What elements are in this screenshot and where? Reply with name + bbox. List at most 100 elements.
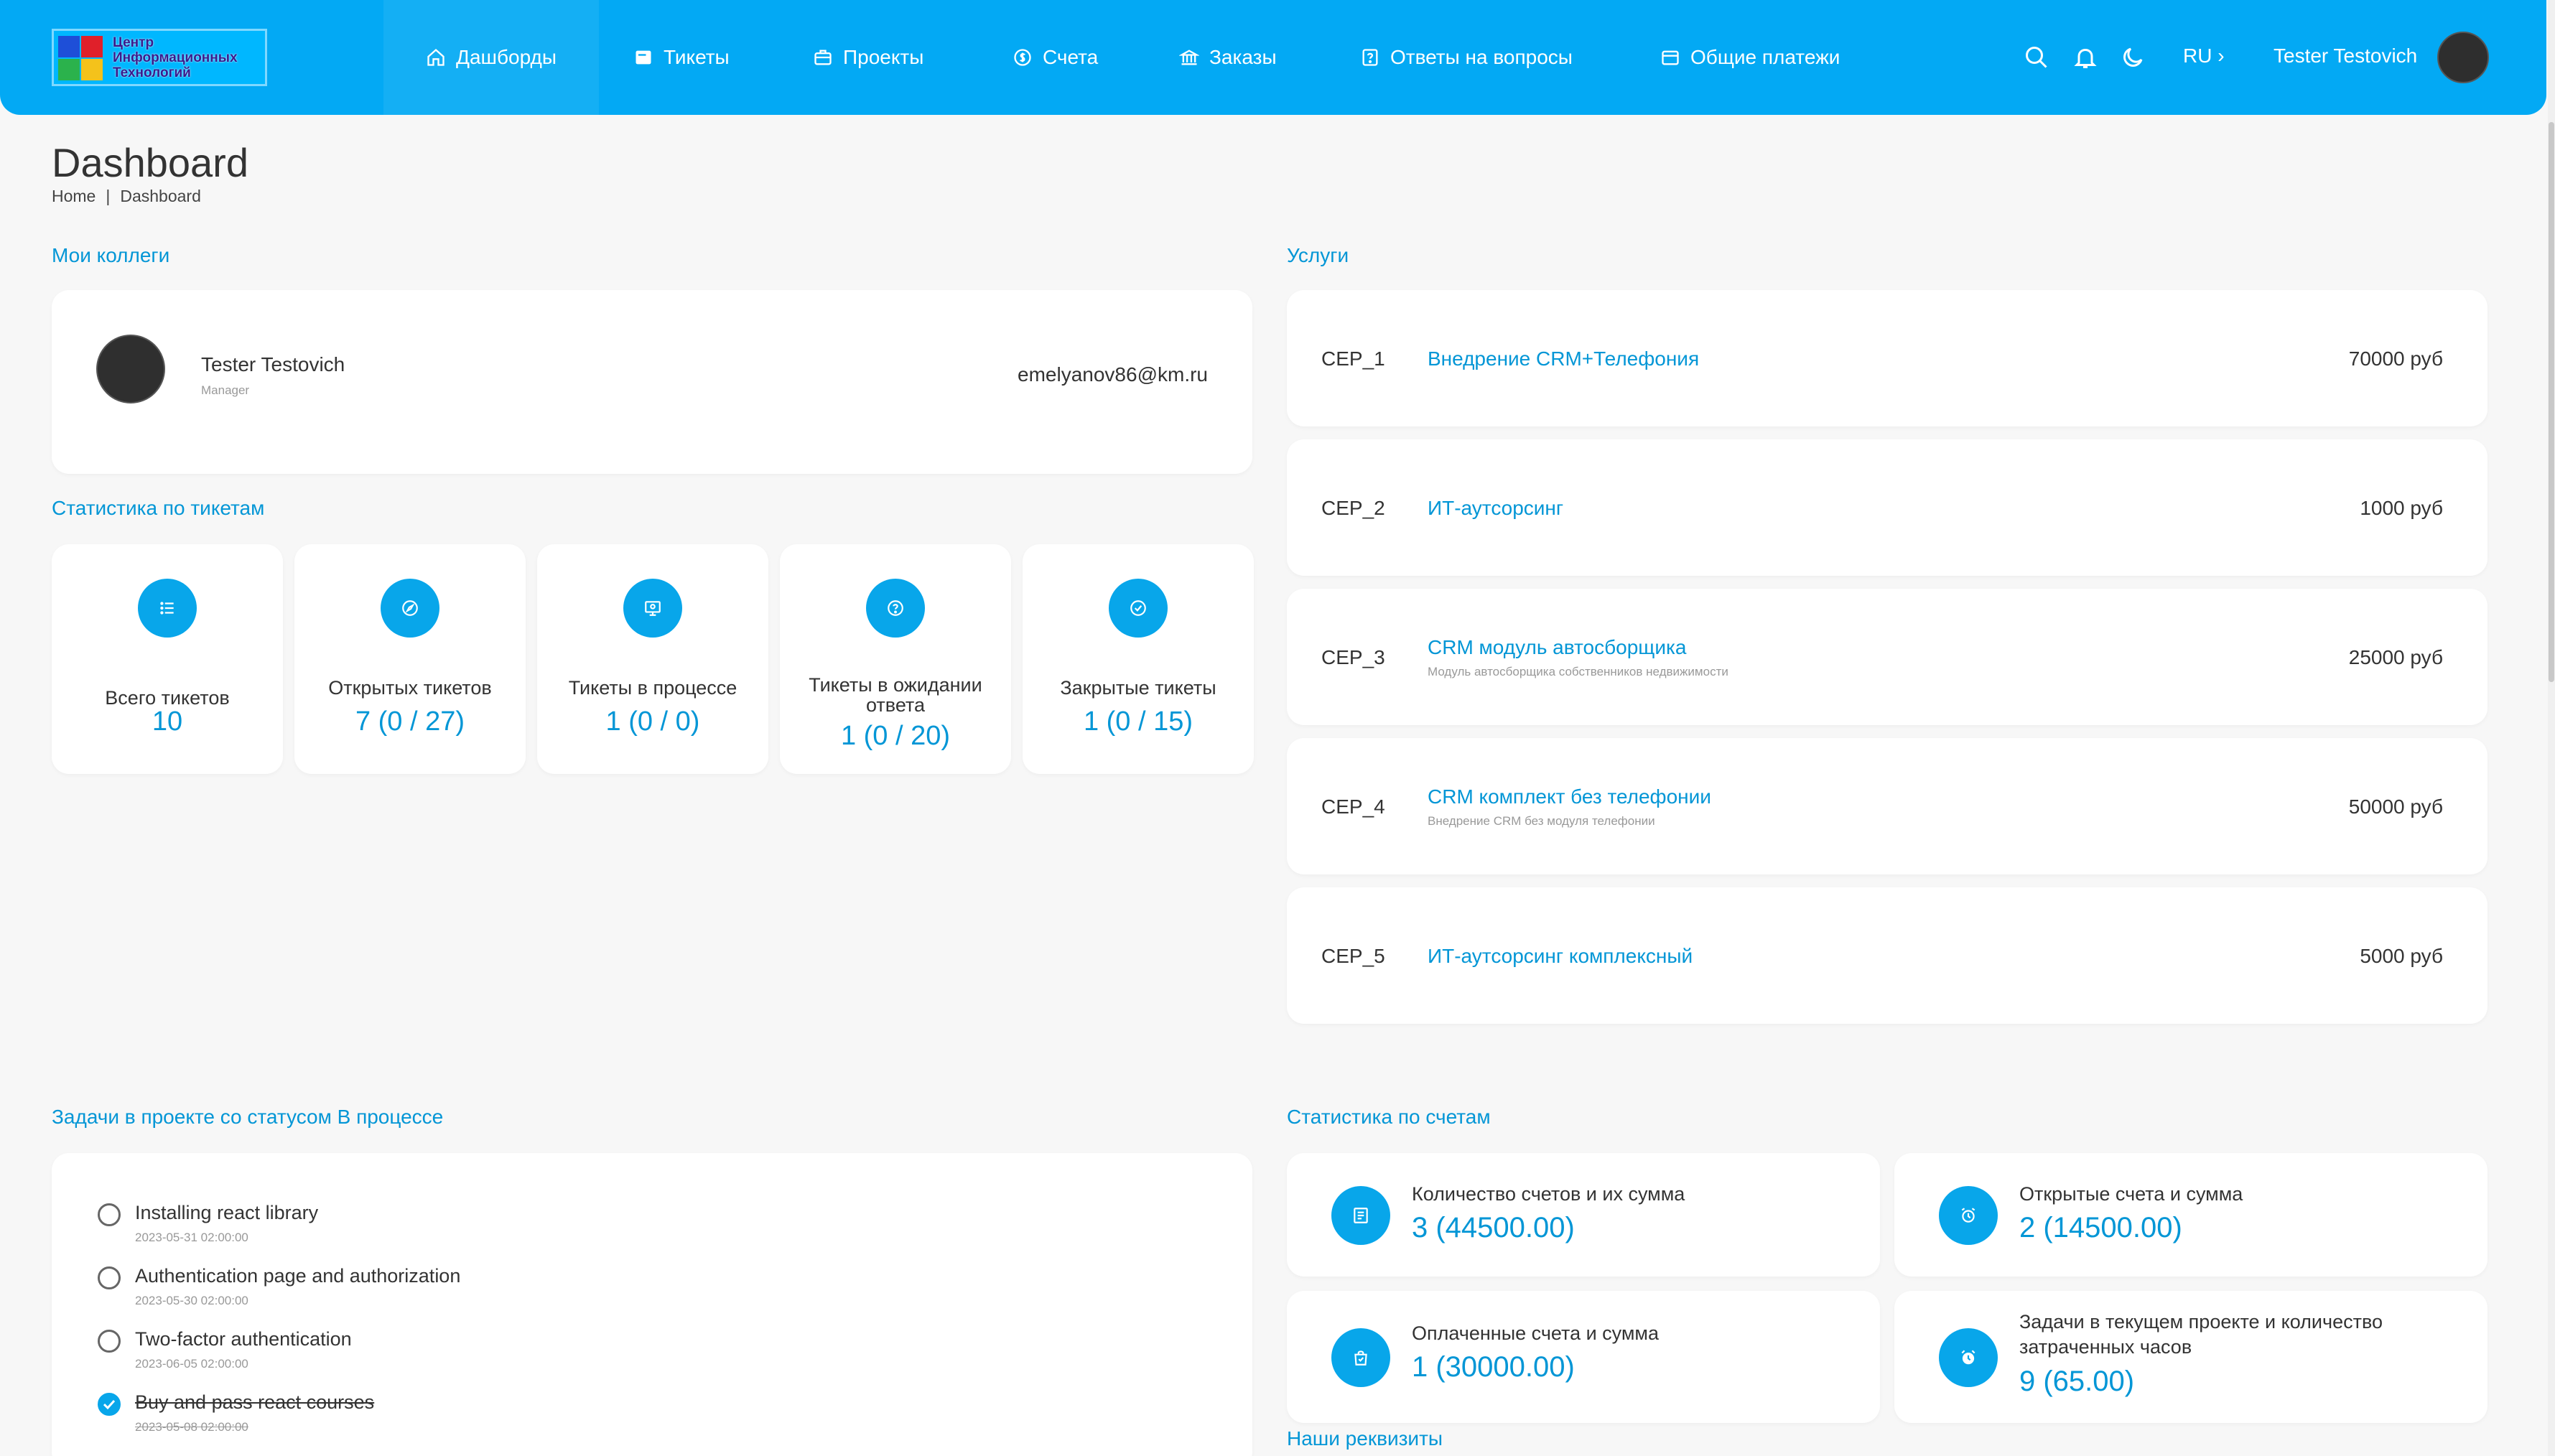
nav-label: Счета	[1043, 46, 1099, 68]
requisites-title: Наши реквизиты	[1287, 1427, 1443, 1450]
breadcrumb-separator: |	[106, 187, 111, 205]
stat-closed-tickets[interactable]: Закрытые тикеты 1 (0 / 15)	[1023, 544, 1254, 774]
wallet-icon	[1662, 50, 1679, 65]
invoice-stat-value: 2 (14500.00)	[2019, 1212, 2182, 1243]
language-switcher[interactable]: RU ›	[2183, 45, 2225, 67]
stat-value: 1 (0 / 20)	[840, 721, 951, 751]
service-code: CEP_3	[1321, 646, 1385, 668]
task-checkbox[interactable]	[98, 1330, 121, 1353]
nav-payments[interactable]: Общие платежи	[1660, 0, 1840, 115]
nav-label: Проекты	[843, 46, 924, 68]
task-checkbox[interactable]	[98, 1203, 121, 1226]
stat-label: Открытых тикетов	[328, 677, 492, 699]
check-circle-icon	[1109, 579, 1168, 638]
stat-label: Тикеты в процессе	[568, 677, 737, 699]
service-price: 25000 руб	[2348, 646, 2443, 668]
colleagues-title: Мои коллеги	[52, 244, 170, 266]
scrollbar-thumb[interactable]	[2549, 122, 2554, 682]
task-title: Two-factor authentication	[135, 1328, 352, 1350]
bank-icon	[1179, 50, 1199, 65]
stat-in-progress-tickets[interactable]: Тикеты в процессе 1 (0 / 0)	[537, 544, 768, 774]
service-code: CEP_1	[1321, 347, 1385, 370]
alarm-clock-icon	[1939, 1328, 1998, 1387]
service-code: CEP_5	[1321, 945, 1385, 967]
nav-label: Заказы	[1209, 46, 1277, 68]
service-item: CEP_4 CRM комплект без телефонии Внедрен…	[1287, 738, 2487, 874]
avatar[interactable]	[2437, 32, 2489, 83]
invoice-stat-paid[interactable]: Оплаченные счета и сумма 1 (30000.00)	[1287, 1291, 1880, 1423]
nav-faq[interactable]: Ответы на вопросы	[1360, 0, 1573, 115]
bell-icon[interactable]	[2072, 45, 2098, 70]
task-date: 2023-06-05 02:00:00	[135, 1357, 248, 1371]
service-item: CEP_3 CRM модуль автосборщика Модуль авт…	[1287, 589, 2487, 725]
colleague-name: Tester Testovich	[201, 353, 345, 375]
search-icon[interactable]	[2024, 45, 2049, 70]
stat-open-tickets[interactable]: Открытых тикетов 7 (0 / 27)	[294, 544, 526, 774]
service-item: CEP_1 Внедрение CRM+Телефония 70000 руб	[1287, 290, 2487, 426]
dollar-icon	[1014, 49, 1031, 66]
invoice-stat-total[interactable]: Количество счетов и их сумма 3 (44500.00…	[1287, 1153, 1880, 1277]
stat-label: Тикеты в ожидании ответа	[809, 674, 982, 716]
home-icon	[427, 48, 445, 66]
moon-icon[interactable]	[2120, 45, 2146, 70]
stat-value: 1 (0 / 15)	[1083, 706, 1193, 737]
colleague-role: Manager	[201, 383, 250, 397]
invoice-stat-value: 1 (30000.00)	[1412, 1351, 1575, 1383]
task-checkbox[interactable]	[98, 1266, 121, 1289]
service-name-link[interactable]: CRM модуль автосборщика	[1428, 636, 1686, 659]
service-price: 5000 руб	[2360, 945, 2443, 967]
service-price: 70000 руб	[2348, 347, 2443, 370]
nav-label: Дашборды	[456, 46, 557, 68]
stat-value: 7 (0 / 27)	[355, 706, 465, 737]
user-name[interactable]: Tester Testovich	[2274, 45, 2417, 67]
service-code: CEP_2	[1321, 497, 1385, 519]
alarm-icon	[1939, 1186, 1998, 1245]
nav-orders[interactable]: Заказы	[1179, 0, 1277, 115]
nav-label: Ответы на вопросы	[1390, 46, 1573, 68]
invoice-stat-label: Открытые счета и сумма	[2019, 1183, 2243, 1205]
receipt-icon	[1331, 1186, 1390, 1245]
task-date: 2023-05-08 02:00:00	[135, 1420, 248, 1434]
stat-value: 10	[152, 706, 183, 737]
invoice-stats-title: Статистика по счетам	[1287, 1106, 1491, 1128]
invoice-stat-project-tasks[interactable]: Задачи в текущем проекте и количество за…	[1894, 1291, 2487, 1423]
nav-label: Тикеты	[664, 46, 730, 68]
services-title: Услуги	[1287, 244, 1349, 266]
nav-tickets[interactable]: Тикеты	[633, 0, 730, 115]
breadcrumb-home[interactable]: Home	[52, 187, 96, 205]
service-name-link[interactable]: CRM комплект без телефонии	[1428, 785, 1711, 808]
list-icon	[138, 579, 197, 638]
task-checkbox-checked[interactable]	[98, 1393, 121, 1416]
service-item: CEP_5 ИТ-аутсорсинг комплексный 5000 руб	[1287, 887, 2487, 1024]
question-icon	[1362, 49, 1378, 66]
top-navbar: Центр Информационных Технологий Дашборды…	[0, 0, 2546, 115]
scrollbar[interactable]	[2548, 0, 2555, 1456]
nav-invoices[interactable]: Счета	[1013, 0, 1098, 115]
colleague-email[interactable]: emelyanov86@km.ru	[1018, 363, 1208, 386]
task-date: 2023-05-31 02:00:00	[135, 1231, 248, 1244]
logo-text: Центр Информационных Технологий	[113, 34, 238, 80]
nav-label: Общие платежи	[1690, 46, 1840, 68]
service-price: 1000 руб	[2360, 497, 2443, 519]
service-name-link[interactable]: Внедрение CRM+Телефония	[1428, 347, 1699, 370]
briefcase-icon	[814, 50, 832, 65]
breadcrumb-current: Dashboard	[120, 187, 201, 205]
task-date: 2023-05-30 02:00:00	[135, 1294, 248, 1307]
stat-awaiting-tickets[interactable]: Тикеты в ожидании ответа 1 (0 / 20)	[780, 544, 1011, 774]
breadcrumb: Home | Dashboard	[52, 187, 201, 206]
ticket-stats-title: Статистика по тикетам	[52, 497, 265, 519]
stat-value: 1 (0 / 0)	[605, 706, 700, 737]
task-title: Authentication page and authorization	[135, 1265, 461, 1287]
invoice-stat-label: Оплаченные счета и сумма	[1412, 1322, 1660, 1344]
service-name-link[interactable]: ИТ-аутсорсинг комплексный	[1428, 945, 1693, 968]
nav-dashboards[interactable]: Дашборды	[383, 0, 599, 115]
colleague-card: Tester Testovich Manager emelyanov86@km.…	[52, 290, 1252, 474]
service-name-link[interactable]: ИТ-аутсорсинг	[1428, 497, 1563, 520]
company-logo[interactable]: Центр Информационных Технологий	[52, 29, 267, 86]
service-item: CEP_2 ИТ-аутсорсинг 1000 руб	[1287, 439, 2487, 576]
stat-total-tickets[interactable]: Всего тикетов 10	[52, 544, 283, 774]
invoice-stat-label: Задачи в текущем проекте и количество за…	[2019, 1311, 2383, 1358]
nav-projects[interactable]: Проекты	[813, 0, 923, 115]
invoice-stat-open[interactable]: Открытые счета и сумма 2 (14500.00)	[1894, 1153, 2487, 1277]
tasks-card: Installing react library 2023-05-31 02:0…	[52, 1153, 1252, 1456]
